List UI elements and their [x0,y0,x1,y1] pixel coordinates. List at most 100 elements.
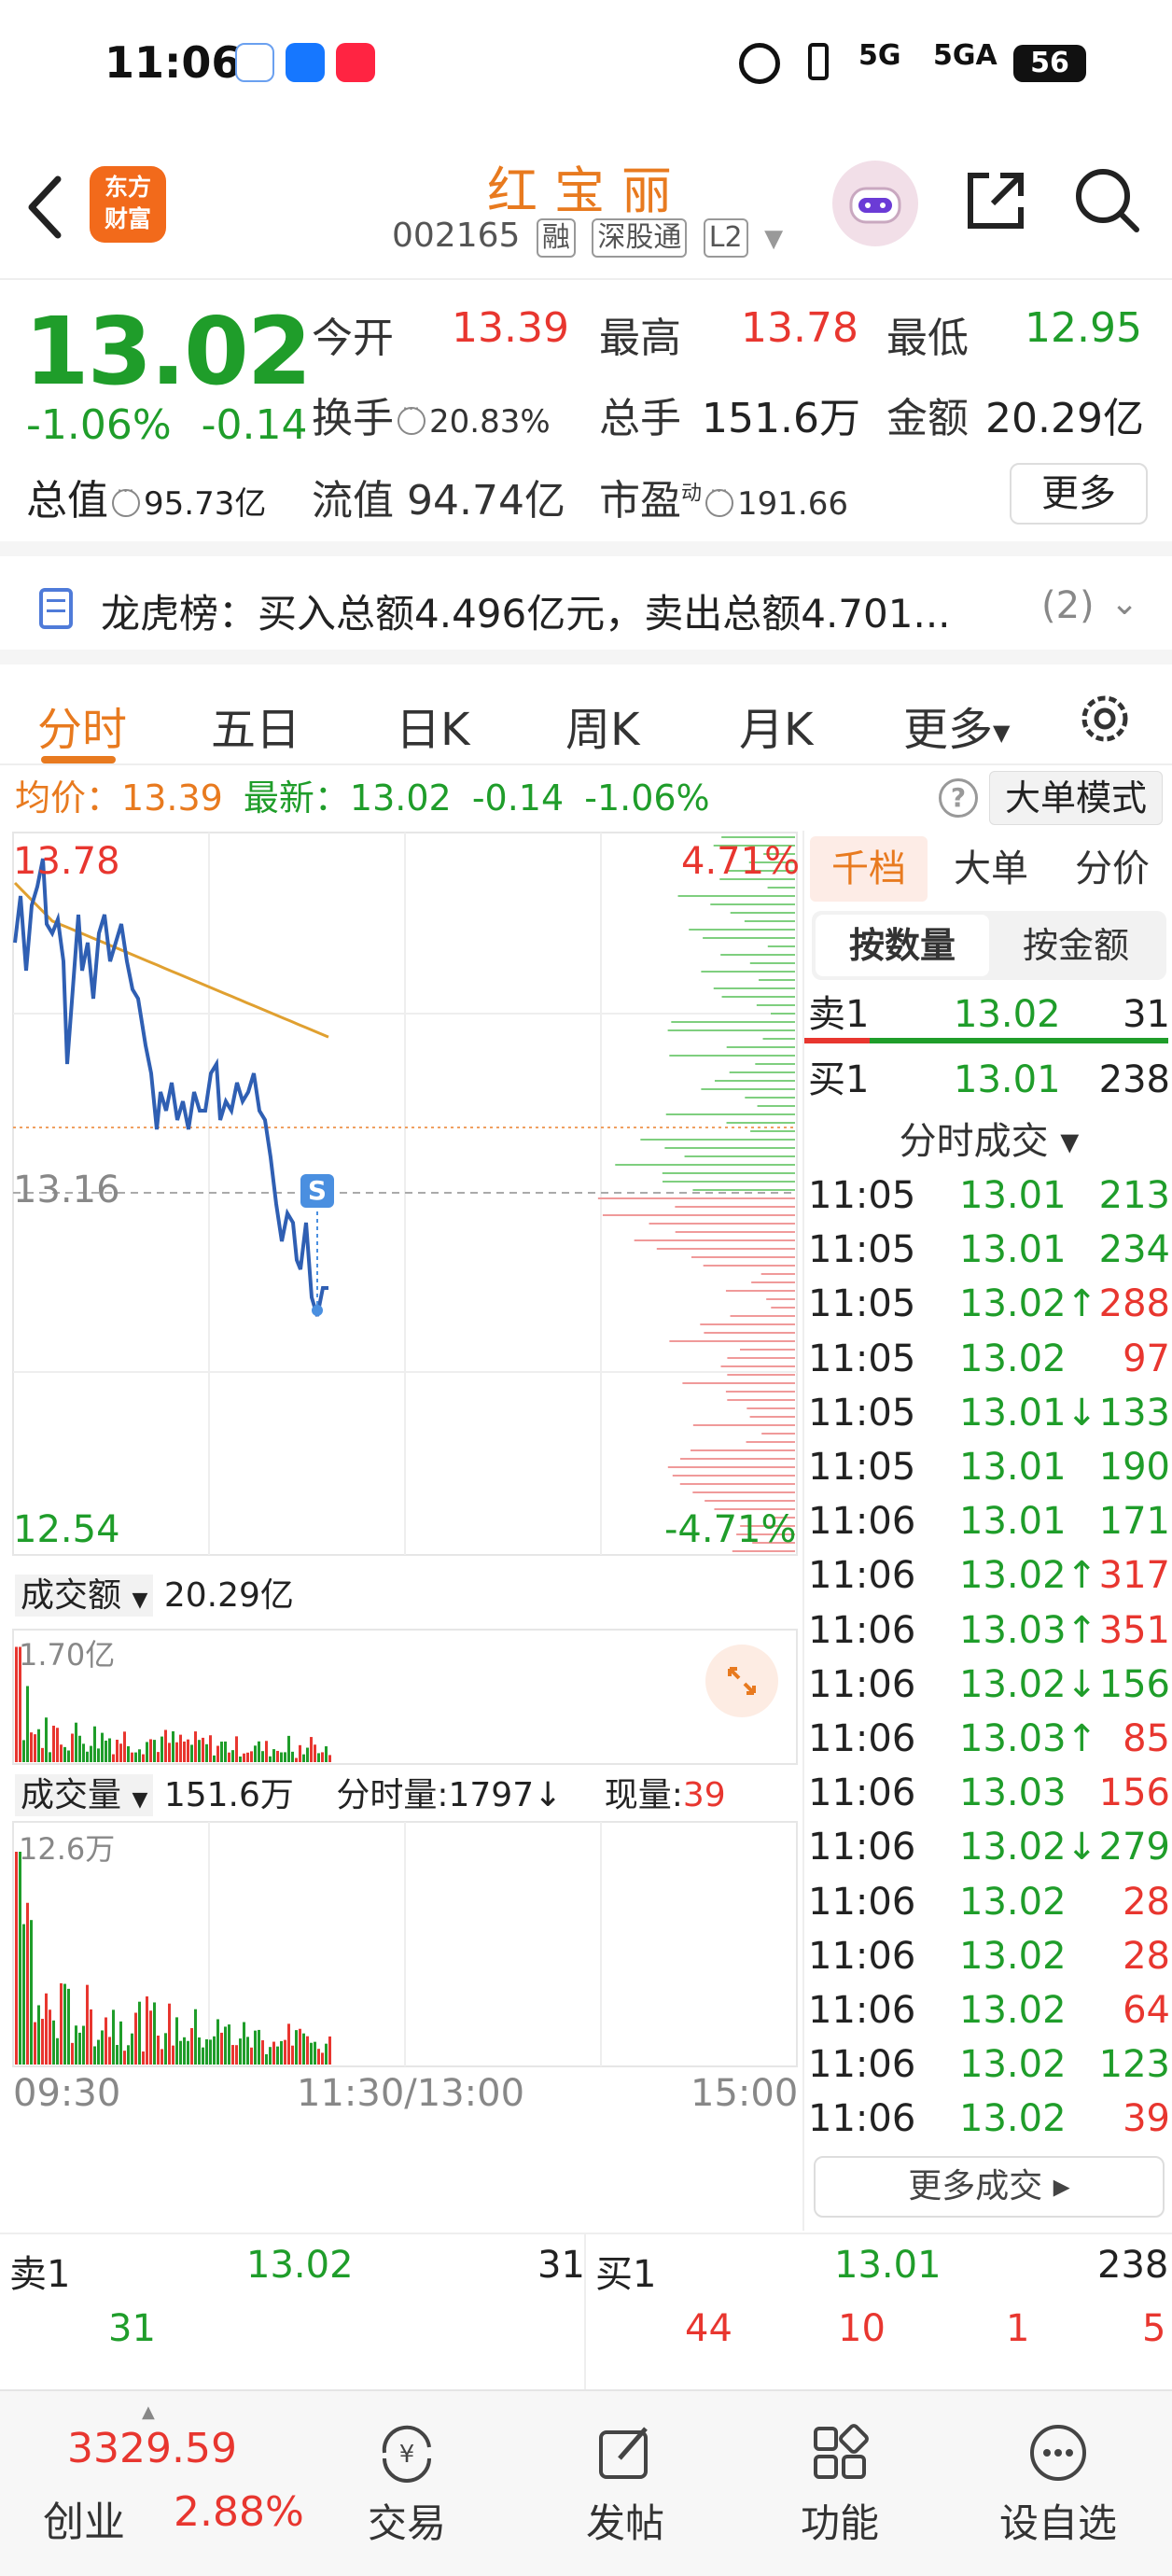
volume-selector[interactable]: 成交量 ▼ [15,1774,154,1816]
logo-line1: 东方 [104,174,151,201]
tab-price-distribution[interactable]: 分价 [1056,836,1168,902]
bb-ask-queue-item: 31 [108,2307,156,2350]
tick-volume: 97 [1123,1337,1170,1380]
info-icon[interactable] [398,398,426,435]
nav-add-watchlist[interactable]: 设自选 [965,2391,1151,2576]
volume-bar [284,2039,286,2065]
volume-bar [280,1752,283,1762]
tab-more[interactable]: 更多▼ [903,693,1010,758]
tick-time: 11:05 [808,1391,916,1435]
back-icon[interactable] [21,170,77,245]
document-icon [39,588,73,629]
volume-bar [26,1686,29,1762]
depth-bar [679,1458,795,1460]
tick-row: 11:06 13.03↑ 85 [804,1712,1172,1766]
dragon-tiger-row[interactable]: 龙虎榜：买入总额4.496亿元，卖出总额4.701... (2) ⌄ [0,541,1172,644]
nav-post-label: 发帖 [585,2500,664,2546]
amount-max-label: 1.70亿 [19,1637,116,1673]
depth-bar [667,1466,795,1468]
volume-bar [291,2045,294,2065]
tick-price: 13.02↑ [959,1554,1098,1598]
nav-functions[interactable]: 功能 [746,2391,933,2576]
volume-bar [22,1740,25,1762]
info-icon[interactable] [112,480,140,517]
tick-volume-label: 分时量: [336,1776,449,1814]
bid-1-row: 买1 13.01 238 [804,1047,1172,1113]
depth-bar [726,1046,795,1048]
alipay-icon [286,43,325,82]
tab-weekly-k[interactable]: 周K [565,693,639,758]
depth-bar [755,1063,795,1065]
nav-add-watchlist-label: 设自选 [998,2500,1117,2546]
index-ticker[interactable]: ▲ 3329.59 创业 2.88% [0,2391,308,2576]
volume-bar [321,1752,324,1762]
volume-bar [56,1728,59,1762]
volume-bar [265,2053,268,2065]
volume-bar [82,1743,85,1762]
robot-assistant-icon[interactable] [832,161,918,246]
amount-selector[interactable]: 成交额 ▼ [15,1575,154,1617]
stock-code-row[interactable]: 002165 融 深股通 L2 ▼ [392,217,783,263]
dragon-tiger-text: 龙虎榜：买入总额4.496亿元，卖出总额4.701... [101,591,951,637]
search-icon[interactable] [1071,164,1142,235]
more-trades-button[interactable]: 更多成交 ▸ [814,2156,1165,2218]
help-icon[interactable]: ? [939,778,978,818]
volume-bar [239,2038,242,2065]
tag-l2: L2 [703,218,748,258]
volume-bar [235,1736,238,1762]
tick-trades-title[interactable]: 分时成交 ▾ [804,1111,1172,1165]
volume-bar [149,1739,152,1762]
tick-price: 13.01 [959,1500,1067,1544]
tab-five-day[interactable]: 五日 [211,693,300,758]
latest-change: -0.14 [471,777,565,819]
sell-signal-marker[interactable]: S [300,1174,334,1208]
tab-daily-k[interactable]: 日K [396,693,469,758]
volume-bar [261,1751,264,1762]
pe-label: 市盈 [599,477,681,525]
market-cap: 总值 95.73亿 [26,467,266,526]
tab-monthly-k[interactable]: 月K [739,693,813,758]
tick-time: 11:05 [808,1337,916,1380]
tab-intraday[interactable]: 分时 [37,693,127,758]
nav-post[interactable]: 发帖 [532,2391,719,2576]
bb-bid-queue-item: 5 [1142,2307,1166,2350]
stock-header: 东方 财富 红宝丽 002165 融 深股通 L2 ▼ [0,131,1172,280]
depth-bar [721,836,795,838]
depth-bar [771,1307,795,1309]
more-button[interactable]: 更多 [1010,463,1148,525]
big-order-mode-button[interactable]: 大单模式 [989,771,1163,825]
depth-bar [675,1231,795,1233]
tick-row: 11:06 13.02 123 [804,2037,1172,2092]
depth-bar [640,1139,795,1141]
tick-row: 11:06 13.02↓ 279 [804,1820,1172,1874]
share-icon[interactable] [961,166,1030,235]
volume-bar [123,2051,126,2065]
expand-icon[interactable] [705,1645,778,1717]
nav-trade[interactable]: ¥ 交易 [314,2391,500,2576]
depth-bar [750,1130,795,1132]
bid-1-label: 买1 [808,1058,870,1101]
logo-line2: 财富 [104,205,151,232]
info-icon[interactable] [705,480,734,517]
volume-bar [243,1753,245,1762]
tick-volume: 39 [1123,2097,1170,2141]
tab-big-orders[interactable]: 大单 [935,836,1047,902]
tab-depth[interactable]: 千档 [810,836,928,902]
turnover: 换手 20.83% [312,385,551,444]
current-volume-label: 现量: [604,1776,683,1814]
vibrate-icon [808,43,829,80]
toggle-by-quantity[interactable]: 按数量 [816,915,989,976]
volume-value: 151.6万 [702,395,860,442]
intraday-chart-area[interactable]: 13.78 4.71% 13.16 S 12.54 -4.71% 成交额 ▼ 2… [0,831,800,2231]
depth-bar [662,1181,795,1183]
latest-value: 13.02 [349,777,452,819]
toggle-by-amount[interactable]: 按金额 [989,915,1163,976]
bottom-navigation: ▲ 3329.59 创业 2.88% ¥ 交易 发帖 功能 设自选 [0,2389,1172,2576]
volume-bar [127,1746,130,1762]
volume-bar [269,1756,272,1762]
gear-icon[interactable] [1075,689,1135,749]
volume-bar [90,2009,92,2065]
volume-bar [246,2037,249,2065]
volume-bar [325,1746,328,1762]
tick-time: 11:06 [808,2097,916,2141]
